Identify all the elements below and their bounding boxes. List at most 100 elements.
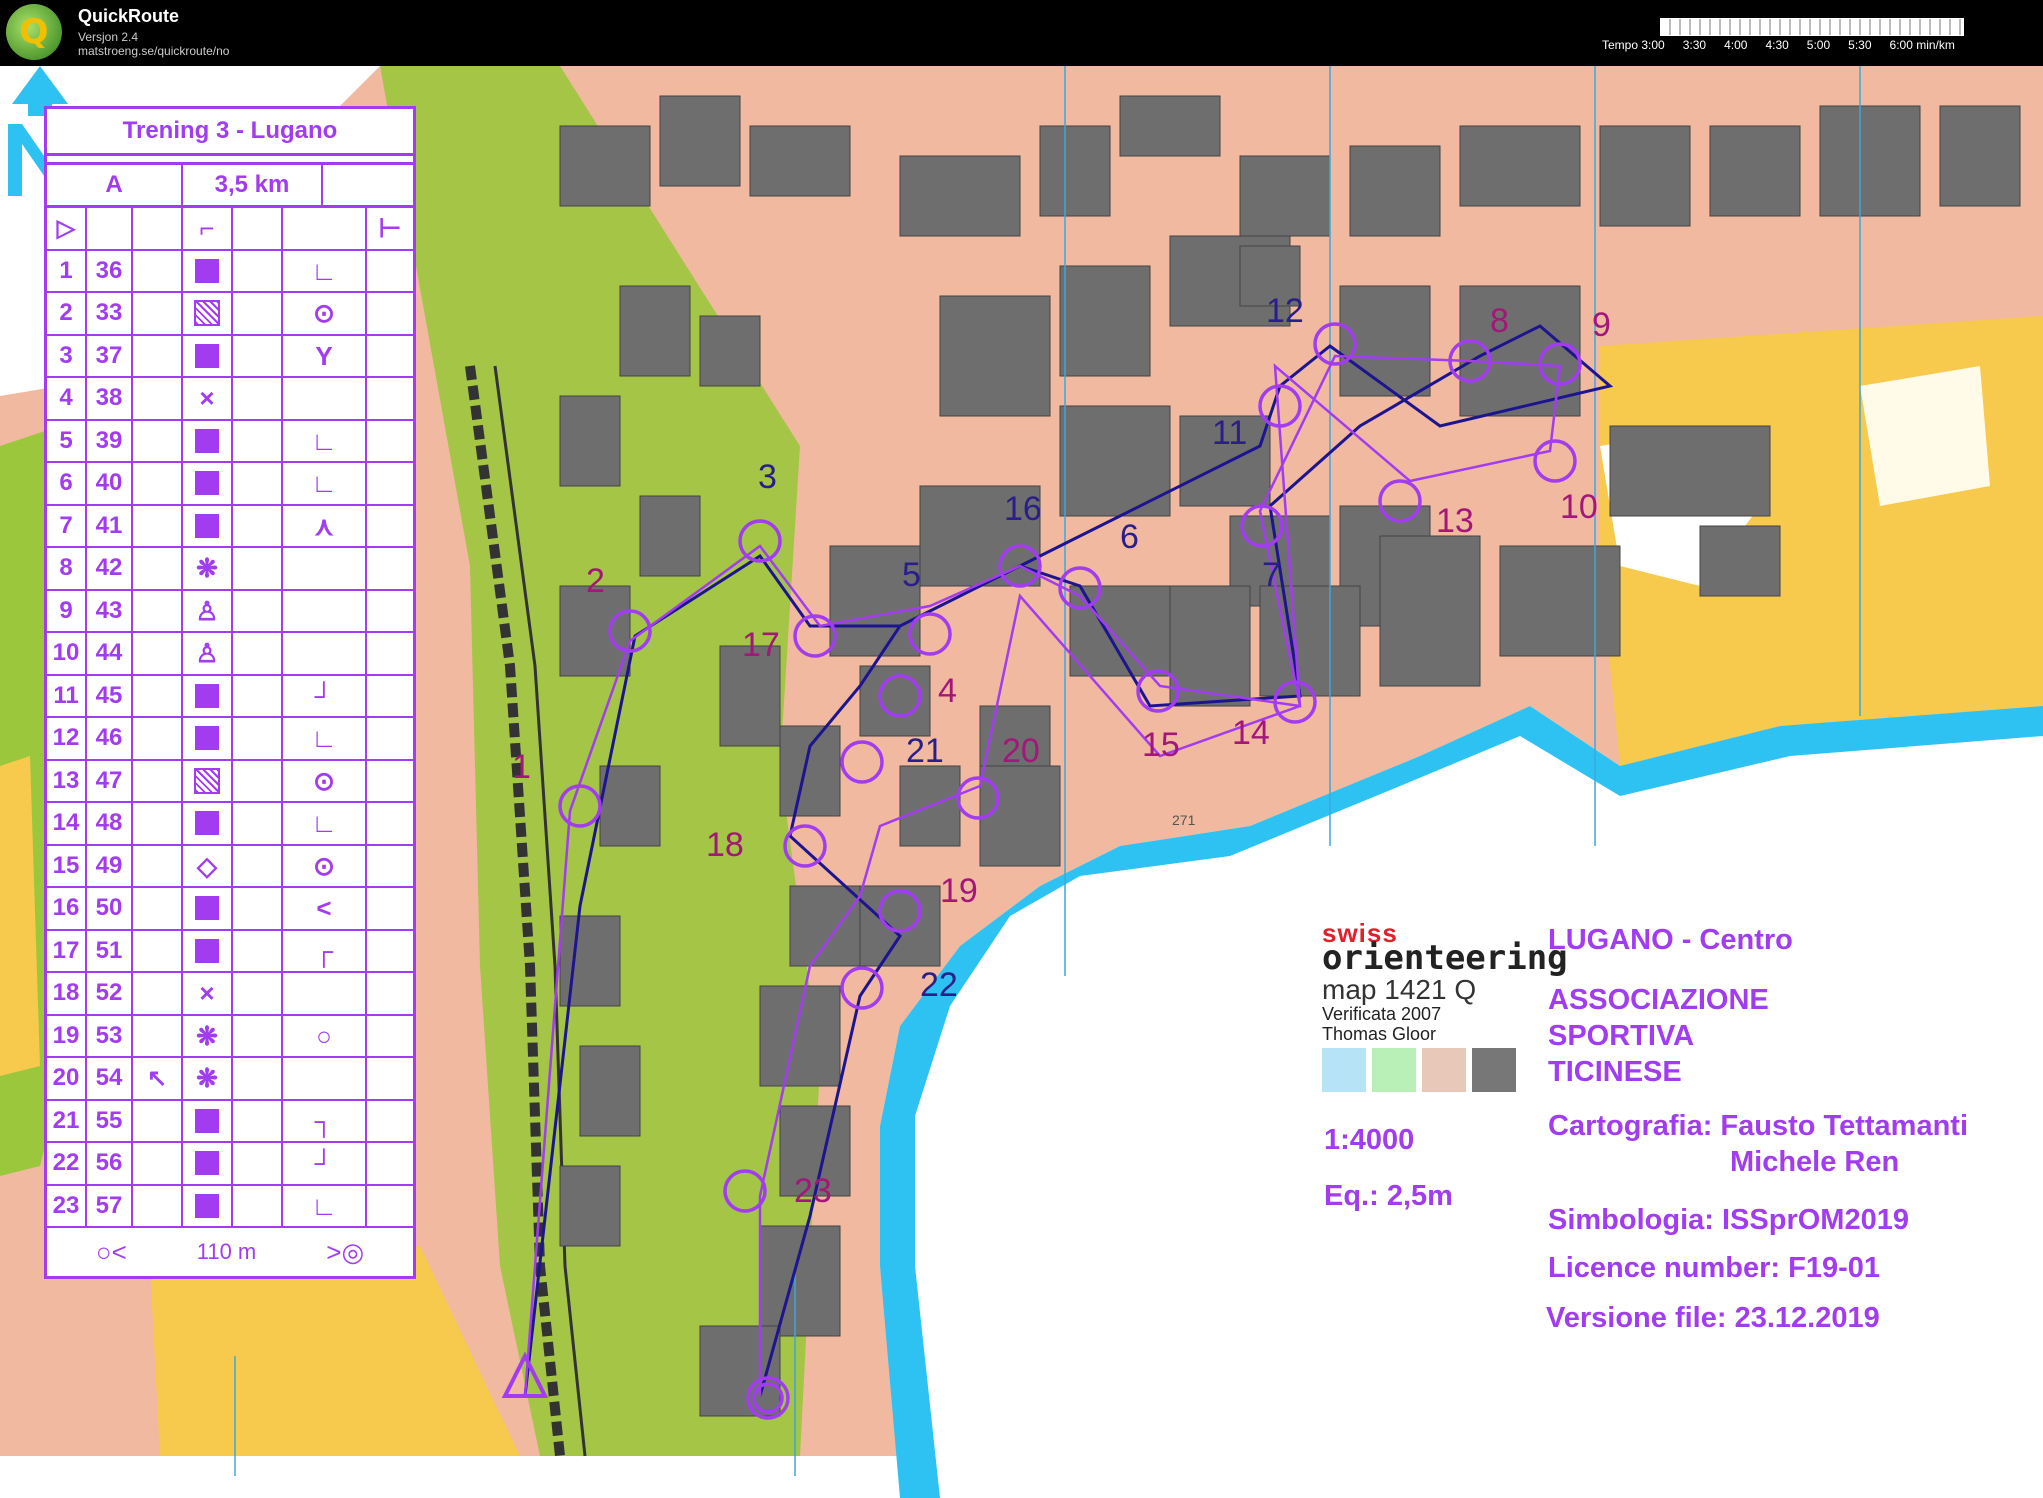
control-number: 22: [920, 966, 958, 1004]
building-feature-icon: [195, 683, 219, 708]
col-c: [133, 760, 183, 801]
pace-label: 5:30: [1848, 38, 1872, 52]
location-detail: ∟: [283, 803, 367, 844]
control-seq: 23: [47, 1185, 87, 1226]
control-seq: 15: [47, 845, 87, 886]
control-code: 46: [87, 718, 133, 759]
location-detail: [283, 1058, 367, 1099]
control-number: 10: [1560, 488, 1598, 526]
col-h: [367, 421, 413, 462]
col-e: [233, 675, 283, 716]
col-e: [233, 293, 283, 334]
control-code: 48: [87, 803, 133, 844]
col-e: [233, 845, 283, 886]
control-seq: 13: [47, 760, 87, 801]
location-detail: [283, 378, 367, 419]
control-code: 43: [87, 590, 133, 631]
location-detail: [283, 548, 367, 589]
control-code: 49: [87, 845, 133, 886]
passage-feature-icon: [194, 767, 220, 794]
location-detail: [283, 590, 367, 631]
swiss-logo-line2: orienteering: [1322, 938, 1568, 978]
building-feature-icon: [195, 896, 219, 921]
control-seq: 6: [47, 463, 87, 504]
control-row: 10 44 ♙: [47, 633, 413, 676]
control-row: 23 57 ∟: [47, 1185, 413, 1228]
feature-symbol: [183, 335, 233, 376]
pace-label: 6:00 min/km: [1889, 38, 1955, 52]
control-row: 15 49 ◇ ⊙: [47, 845, 413, 888]
location-detail: [283, 633, 367, 674]
building-feature-icon: [195, 1193, 219, 1218]
verifier-text: Thomas Gloor: [1322, 1024, 1437, 1044]
col-c: [133, 293, 183, 334]
building-feature-icon: [195, 513, 219, 538]
control-code: 41: [87, 505, 133, 546]
building-feature-icon: [195, 811, 219, 836]
col-e: [233, 1185, 283, 1226]
control-code: 56: [87, 1143, 133, 1184]
t-junction-icon: ⊢: [378, 213, 402, 244]
color-swatch-black: [1472, 1048, 1516, 1092]
col-c: [133, 250, 183, 291]
col-h: [367, 633, 413, 674]
col-h: [367, 378, 413, 419]
col-h: [367, 1058, 413, 1099]
control-row: 16 50 <: [47, 888, 413, 931]
location-detail: ○: [283, 1015, 367, 1056]
control-seq: 20: [47, 1058, 87, 1099]
control-row: 11 45 ┘: [47, 675, 413, 718]
col-c: [133, 335, 183, 376]
location-detail: ∟: [283, 463, 367, 504]
club-line3: TICINESE: [1548, 1056, 1682, 1088]
col-e: [233, 1015, 283, 1056]
location-detail: Y: [283, 335, 367, 376]
verified-text: Verificata 2007: [1322, 1004, 1442, 1024]
control-code: 47: [87, 760, 133, 801]
col-h: [367, 1143, 413, 1184]
control-row: 20 54 ↖ ❋: [47, 1058, 413, 1101]
col-e: [233, 633, 283, 674]
control-code: 54: [87, 1058, 133, 1099]
control-number: 19: [940, 872, 978, 910]
feature-symbol: [183, 803, 233, 844]
control-seq: 9: [47, 590, 87, 631]
control-seq: 11: [47, 675, 87, 716]
control-seq: 18: [47, 973, 87, 1014]
color-swatch-brown: [1422, 1048, 1466, 1092]
control-number: 4: [938, 672, 957, 710]
col-c: [133, 548, 183, 589]
feature-symbol: ×: [183, 973, 233, 1014]
col-e: [233, 760, 283, 801]
color-swatch-blue: [1322, 1048, 1366, 1092]
app-title: QuickRoute: [78, 6, 180, 26]
col-e: [233, 590, 283, 631]
control-code: 53: [87, 1015, 133, 1056]
location-detail: ⋏: [283, 505, 367, 546]
col-h: [367, 251, 413, 292]
feature-symbol: ❋: [183, 1058, 233, 1099]
control-code: 51: [87, 930, 133, 971]
control-number: 18: [706, 826, 744, 864]
col-c: [133, 633, 183, 674]
control-seq: 14: [47, 803, 87, 844]
control-number: 20: [1002, 732, 1040, 770]
control-description-sheet: Trening 3 - Lugano A 3,5 km ▷ ⌐ ⊢ 1 36 ∟ 2 3…: [44, 106, 416, 1279]
col-e: [233, 803, 283, 844]
control-code: 55: [87, 1100, 133, 1141]
col-c: [133, 930, 183, 971]
feature-symbol: [183, 1143, 233, 1184]
control-number: 3: [758, 458, 777, 496]
control-row: 22 56 ┘: [47, 1143, 413, 1186]
col-h: [367, 846, 413, 887]
col-c: [133, 718, 183, 759]
passage-feature-icon: [194, 300, 220, 327]
col-c: [133, 888, 183, 929]
control-number: 15: [1142, 726, 1180, 764]
feature-symbol: ♙: [183, 590, 233, 631]
col-e: [233, 1143, 283, 1184]
control-code: 50: [87, 888, 133, 929]
finish-distance: 110 m: [196, 1239, 257, 1264]
feature-symbol: [183, 930, 233, 971]
control-number: 17: [742, 626, 780, 664]
